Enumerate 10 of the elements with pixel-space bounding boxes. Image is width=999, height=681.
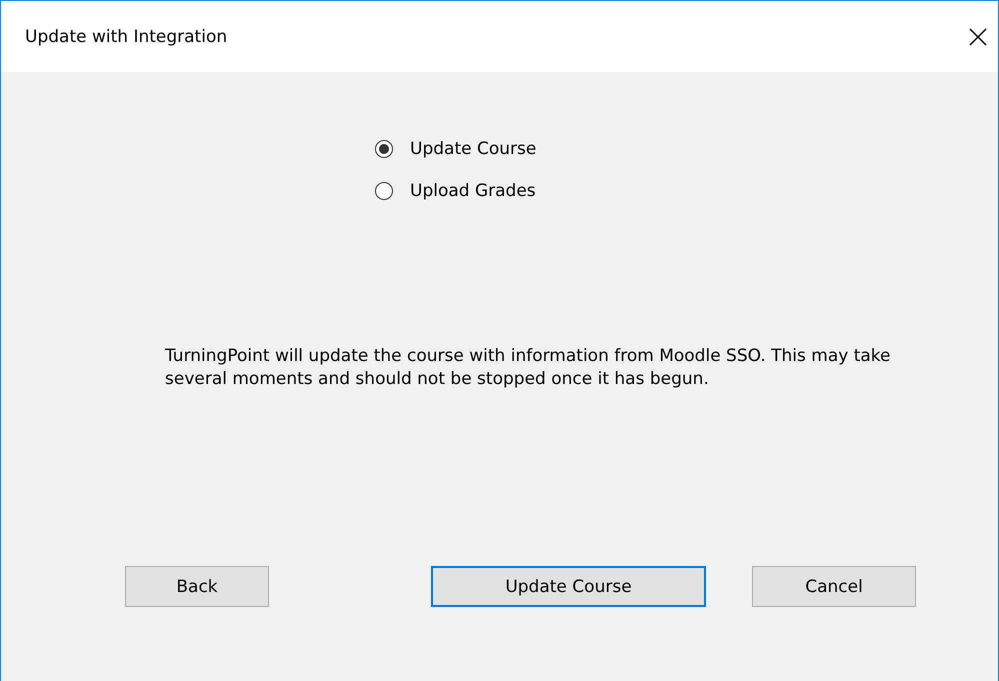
dialog-button[interactable]: Update Course <box>431 566 706 607</box>
close-icon[interactable] <box>968 26 988 46</box>
radio-button[interactable] <box>375 182 393 200</box>
window-title: Update with Integration <box>25 26 228 46</box>
dialog-button[interactable]: Back <box>125 566 269 607</box>
radio-option[interactable]: Update Course <box>375 128 536 170</box>
message-text: TurningPoint will update the course with information from Moodle SSO. This may take several moments and should not be stopped once it has begun. <box>165 345 892 390</box>
radio-button[interactable] <box>375 140 393 158</box>
dialog-button[interactable]: Cancel <box>752 566 916 607</box>
radio-option[interactable]: Upload Grades <box>375 170 536 212</box>
